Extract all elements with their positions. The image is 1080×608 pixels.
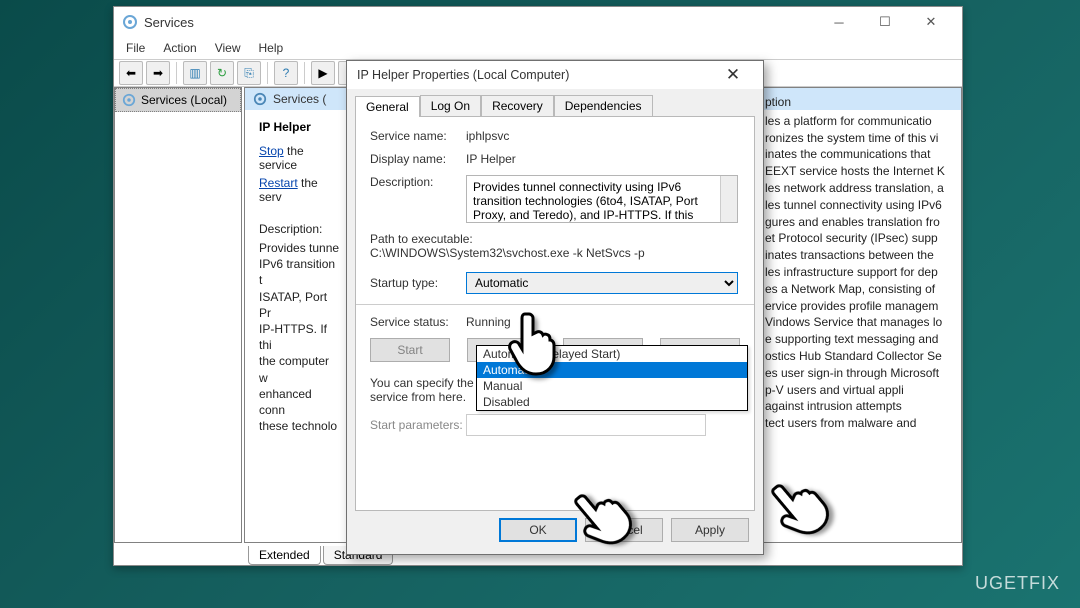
window-controls: ─ ☐ ✕ bbox=[816, 7, 954, 37]
list-item[interactable]: les tunnel connectivity using IPv6 bbox=[765, 197, 955, 214]
start-parameters-label: Start parameters: bbox=[370, 418, 466, 432]
description-text: Provides tunne IPv6 transition t ISATAP,… bbox=[259, 240, 341, 434]
start-svc-button[interactable]: ▶ bbox=[311, 61, 335, 85]
start-parameters-input[interactable] bbox=[466, 414, 706, 436]
list-item[interactable]: tect users from malware and bbox=[765, 415, 955, 432]
list-item[interactable]: ervice provides profile managem bbox=[765, 298, 955, 315]
list-item[interactable]: gures and enables translation fro bbox=[765, 214, 955, 231]
maximize-button[interactable]: ☐ bbox=[862, 7, 908, 37]
dropdown-option[interactable]: Manual bbox=[477, 378, 747, 394]
menu-action[interactable]: Action bbox=[155, 39, 204, 57]
stop-line: Stop the service bbox=[259, 144, 341, 172]
list-item[interactable]: e supporting text messaging and bbox=[765, 331, 955, 348]
refresh-button[interactable]: ↻ bbox=[210, 61, 234, 85]
gear-icon bbox=[122, 14, 138, 30]
cursor-hand-icon bbox=[505, 308, 565, 378]
start-button[interactable]: Start bbox=[370, 338, 450, 362]
menubar: File Action View Help bbox=[114, 37, 962, 59]
description-box[interactable]: Provides tunnel connectivity using IPv6 … bbox=[466, 175, 738, 223]
export-button[interactable]: ⎘ bbox=[237, 61, 261, 85]
forward-button[interactable]: ➡ bbox=[146, 61, 170, 85]
description-label: Description: bbox=[259, 222, 341, 236]
tree-pane: Services (Local) bbox=[114, 87, 242, 543]
minimize-button[interactable]: ─ bbox=[816, 7, 862, 37]
service-name-value: iphlpsvc bbox=[466, 129, 740, 143]
list-item[interactable]: inates transactions between the bbox=[765, 247, 955, 264]
tab-recovery[interactable]: Recovery bbox=[481, 95, 554, 116]
menu-view[interactable]: View bbox=[207, 39, 249, 57]
service-name-label: Service name: bbox=[370, 129, 466, 143]
restart-link[interactable]: Restart bbox=[259, 176, 298, 190]
tab-logon[interactable]: Log On bbox=[420, 95, 481, 116]
show-hide-tree-button[interactable]: ▥ bbox=[183, 61, 207, 85]
list-item[interactable]: ostics Hub Standard Collector Se bbox=[765, 348, 955, 365]
display-name-value: IP Helper bbox=[466, 152, 740, 166]
tree-item-services-local[interactable]: Services (Local) bbox=[115, 88, 241, 112]
menu-help[interactable]: Help bbox=[251, 39, 292, 57]
list-item[interactable]: les network address translation, a bbox=[765, 180, 955, 197]
menu-file[interactable]: File bbox=[118, 39, 153, 57]
list-item[interactable]: es user sign-in through Microsoft bbox=[765, 365, 955, 382]
service-status-label: Service status: bbox=[370, 315, 466, 329]
dialog-title: IP Helper Properties (Local Computer) bbox=[357, 68, 713, 82]
window-title: Services bbox=[144, 15, 816, 30]
watermark: UGETFIX bbox=[975, 573, 1060, 594]
startup-type-select[interactable]: Automatic bbox=[466, 272, 738, 294]
list-item[interactable]: p-V users and virtual appli bbox=[765, 382, 955, 399]
list-item[interactable]: against intrusion attempts bbox=[765, 398, 955, 415]
tree-item-label: Services (Local) bbox=[141, 93, 227, 107]
path-label: Path to executable: bbox=[370, 232, 740, 246]
gear-icon bbox=[253, 92, 267, 106]
service-detail-panel: IP Helper Stop the service Restart the s… bbox=[245, 110, 355, 538]
gear-icon bbox=[122, 93, 136, 107]
list-item[interactable]: ronizes the system time of this vi bbox=[765, 130, 955, 147]
help-button[interactable]: ? bbox=[274, 61, 298, 85]
description-label: Description: bbox=[370, 175, 466, 223]
list-item[interactable]: Vindows Service that manages lo bbox=[765, 314, 955, 331]
restart-line: Restart the serv bbox=[259, 176, 341, 204]
panel-header-text: Services ( bbox=[273, 92, 326, 106]
column-header: ption bbox=[765, 94, 955, 113]
stop-link[interactable]: Stop bbox=[259, 144, 284, 158]
dialog-titlebar: IP Helper Properties (Local Computer) ✕ bbox=[347, 61, 763, 89]
titlebar: Services ─ ☐ ✕ bbox=[114, 7, 962, 37]
startup-type-label: Startup type: bbox=[370, 276, 466, 290]
tab-dependencies[interactable]: Dependencies bbox=[554, 95, 653, 116]
tab-extended[interactable]: Extended bbox=[248, 546, 321, 565]
list-item[interactable]: et Protocol security (IPsec) supp bbox=[765, 230, 955, 247]
back-button[interactable]: ⬅ bbox=[119, 61, 143, 85]
close-button[interactable]: ✕ bbox=[908, 7, 954, 37]
path-value: C:\WINDOWS\System32\svchost.exe -k NetSv… bbox=[370, 246, 740, 260]
list-item[interactable]: les infrastructure support for dep bbox=[765, 264, 955, 281]
list-item[interactable]: EEXT service hosts the Internet K bbox=[765, 163, 955, 180]
list-item[interactable]: les a platform for communicatio bbox=[765, 113, 955, 130]
close-icon[interactable]: ✕ bbox=[713, 65, 753, 85]
tab-general[interactable]: General bbox=[355, 96, 420, 117]
service-detail-name: IP Helper bbox=[259, 120, 341, 134]
list-item[interactable]: es a Network Map, consisting of bbox=[765, 281, 955, 298]
dialog-tabs: General Log On Recovery Dependencies bbox=[355, 95, 755, 117]
apply-button[interactable]: Apply bbox=[671, 518, 749, 542]
list-item[interactable]: inates the communications that bbox=[765, 146, 955, 163]
display-name-label: Display name: bbox=[370, 152, 466, 166]
dropdown-option[interactable]: Disabled bbox=[477, 394, 747, 410]
ok-button[interactable]: OK bbox=[499, 518, 577, 542]
